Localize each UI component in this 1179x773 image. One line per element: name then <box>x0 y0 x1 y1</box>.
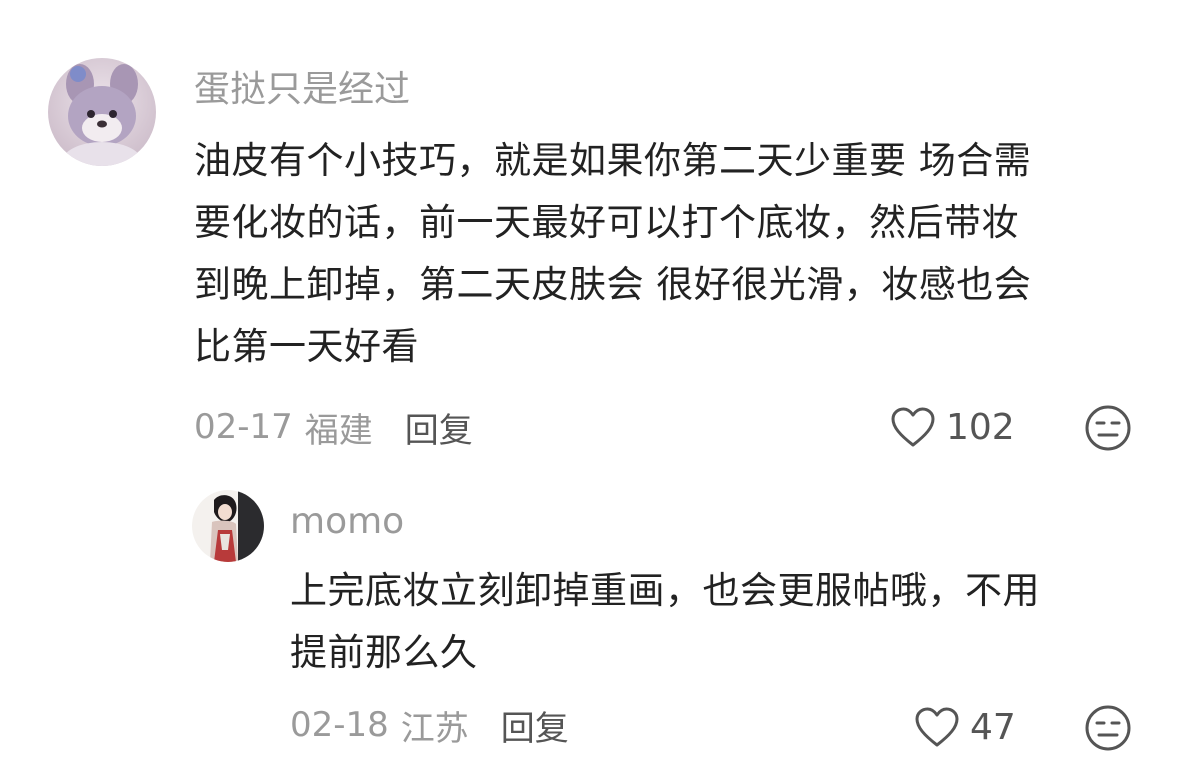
like-count: 47 <box>970 706 1016 748</box>
heart-icon <box>891 407 935 447</box>
like-count: 102 <box>946 406 1015 448</box>
like-button[interactable]: 47 <box>914 702 1016 752</box>
reply-button[interactable]: 回复 <box>501 701 569 750</box>
like-button[interactable]: 102 <box>890 402 1015 452</box>
comment-username[interactable]: 蛋挞只是经过 <box>194 68 410 112</box>
dislike-button[interactable] <box>1084 404 1132 452</box>
reply-region: 江苏 <box>400 708 469 749</box>
heart-icon <box>915 707 959 747</box>
reply-text-line: 提前那么久 <box>290 631 478 674</box>
comment-date: 02-17 <box>194 407 293 447</box>
comment-text-line: 油皮有个小技巧，就是如果你第二天少重要 场合需 <box>194 139 1032 182</box>
reply-date: 02-18 <box>290 705 389 745</box>
user-avatar[interactable] <box>48 58 156 166</box>
reply-username[interactable]: momo <box>290 500 404 544</box>
plush-toy-avatar-icon <box>48 58 156 166</box>
reply-button[interactable]: 回复 <box>405 403 473 452</box>
comment-text-line: 比第一天好看 <box>194 325 419 368</box>
reply-item: momo 上完底妆立刻卸掉重画，也会更服帖哦，不用 提前那么久 02-18 江苏… <box>0 470 1179 773</box>
comment-item: 蛋挞只是经过 油皮有个小技巧，就是如果你第二天少重要 场合需 要化妆的话，前一天… <box>0 0 1179 470</box>
comment-meta: 02-17 福建 回复 <box>194 402 473 452</box>
comment-text: 油皮有个小技巧，就是如果你第二天少重要 场合需 要化妆的话，前一天最好可以打个底… <box>194 130 1031 378</box>
reply-text-line: 上完底妆立刻卸掉重画，也会更服帖哦，不用 <box>290 569 1040 612</box>
meh-face-icon <box>1085 705 1131 751</box>
comment-text-line: 到晚上卸掉，第二天皮肤会 很好很光滑，妆感也会 <box>194 263 1032 306</box>
reply-text: 上完底妆立刻卸掉重画，也会更服帖哦，不用 提前那么久 <box>290 560 1040 684</box>
comment-region: 福建 <box>304 410 373 451</box>
anime-character-avatar-icon <box>192 490 264 562</box>
comment-text-line: 要化妆的话，前一天最好可以打个底妆，然后带妆 <box>194 201 1019 244</box>
meh-face-icon <box>1085 405 1131 451</box>
reply-user-avatar[interactable] <box>192 490 264 562</box>
reply-meta: 02-18 江苏 回复 <box>290 700 569 750</box>
dislike-button[interactable] <box>1084 704 1132 752</box>
